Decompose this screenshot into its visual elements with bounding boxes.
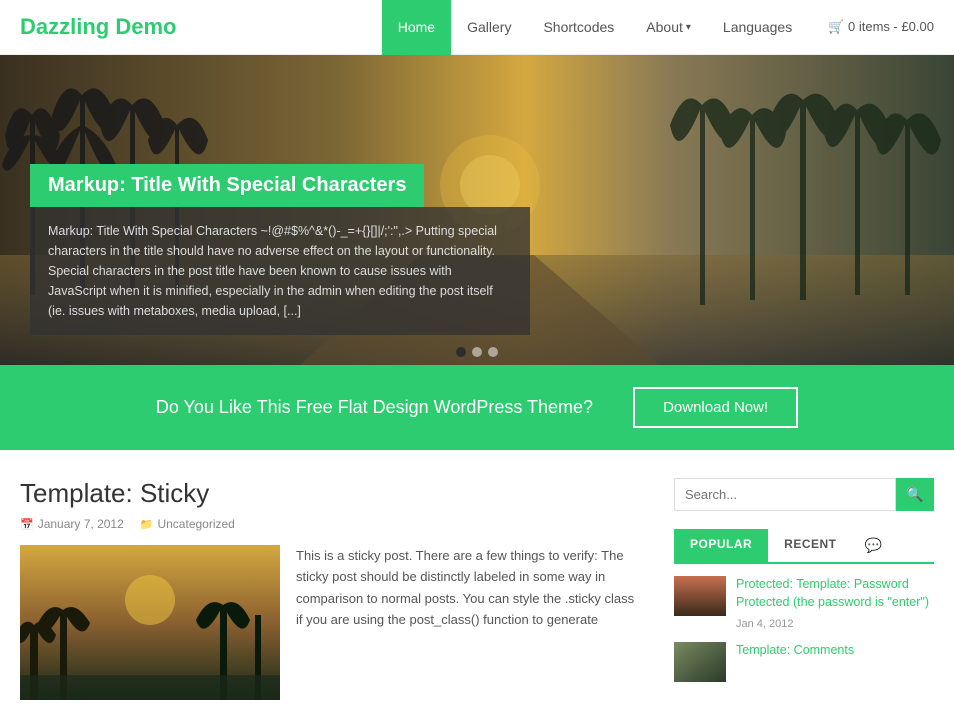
- hero-overlay: Markup: Title With Special Characters Ma…: [30, 164, 530, 335]
- widget-thumbnail-1: [674, 576, 726, 616]
- content-column: Template: Sticky 📅 January 7, 2012 📁 Unc…: [20, 478, 674, 708]
- post-meta: 📅 January 7, 2012 📁 Uncategorized: [20, 517, 644, 531]
- hero-title-box: Markup: Title With Special Characters: [30, 164, 424, 207]
- search-icon: 🔍: [906, 486, 923, 503]
- search-widget: 🔍: [674, 478, 934, 511]
- hero-text-box: Markup: Title With Special Characters ~!…: [30, 207, 530, 335]
- hero-section: Markup: Title With Special Characters Ma…: [0, 55, 954, 365]
- hero-dot-2[interactable]: [472, 347, 482, 357]
- hero-title: Markup: Title With Special Characters: [48, 174, 406, 197]
- cart-link[interactable]: 🛒 0 items - £0.00: [828, 19, 934, 35]
- calendar-icon: 📅: [20, 518, 34, 531]
- cta-banner: Do You Like This Free Flat Design WordPr…: [0, 365, 954, 450]
- widget-link-1[interactable]: Protected: Template: Password Protected …: [736, 576, 934, 611]
- about-dropdown-arrow: ▾: [686, 22, 691, 33]
- nav-languages[interactable]: Languages: [707, 0, 808, 55]
- site-title[interactable]: Dazzling Demo: [20, 14, 382, 40]
- nav-shortcodes[interactable]: Shortcodes: [527, 0, 630, 55]
- list-item: Protected: Template: Password Protected …: [674, 576, 934, 630]
- tab-popular[interactable]: POPULAR: [674, 529, 768, 562]
- list-item: Template: Comments: [674, 642, 934, 682]
- post-category: 📁 Uncategorized: [140, 517, 235, 531]
- hero-dot-1[interactable]: [456, 347, 466, 357]
- widget-date-1: Jan 4, 2012: [736, 618, 794, 630]
- search-button[interactable]: 🔍: [896, 478, 934, 511]
- cta-text: Do You Like This Free Flat Design WordPr…: [156, 397, 593, 418]
- folder-icon: 📁: [140, 518, 154, 531]
- hero-excerpt: Markup: Title With Special Characters ~!…: [48, 221, 512, 321]
- widget-thumbnail-2: [674, 642, 726, 682]
- hero-dot-3[interactable]: [488, 347, 498, 357]
- nav-home[interactable]: Home: [382, 0, 451, 55]
- tab-recent[interactable]: RECENT: [768, 529, 852, 562]
- widget-link-2[interactable]: Template: Comments: [736, 642, 934, 660]
- sidebar-tabs: POPULAR RECENT 💬: [674, 529, 934, 564]
- tab-comments-icon[interactable]: 💬: [853, 529, 894, 562]
- nav-gallery[interactable]: Gallery: [451, 0, 527, 55]
- site-header: Dazzling Demo Home Gallery Shortcodes Ab…: [0, 0, 954, 55]
- hero-dots: [456, 347, 498, 357]
- nav-about[interactable]: About ▾: [630, 0, 707, 55]
- post-body: This is a sticky post. There are a few t…: [20, 545, 644, 708]
- post-thumbnail: [20, 545, 280, 700]
- search-input[interactable]: [674, 478, 896, 511]
- sidebar-column: 🔍 POPULAR RECENT 💬: [674, 478, 934, 708]
- widget-info-2: Template: Comments: [736, 642, 934, 663]
- main-area: Template: Sticky 📅 January 7, 2012 📁 Unc…: [0, 450, 954, 728]
- post-title: Template: Sticky: [20, 478, 644, 509]
- post-date: 📅 January 7, 2012: [20, 517, 124, 531]
- main-nav: Home Gallery Shortcodes About ▾ Language…: [382, 0, 808, 55]
- widget-info-1: Protected: Template: Password Protected …: [736, 576, 934, 630]
- cta-download-button[interactable]: Download Now!: [633, 387, 798, 428]
